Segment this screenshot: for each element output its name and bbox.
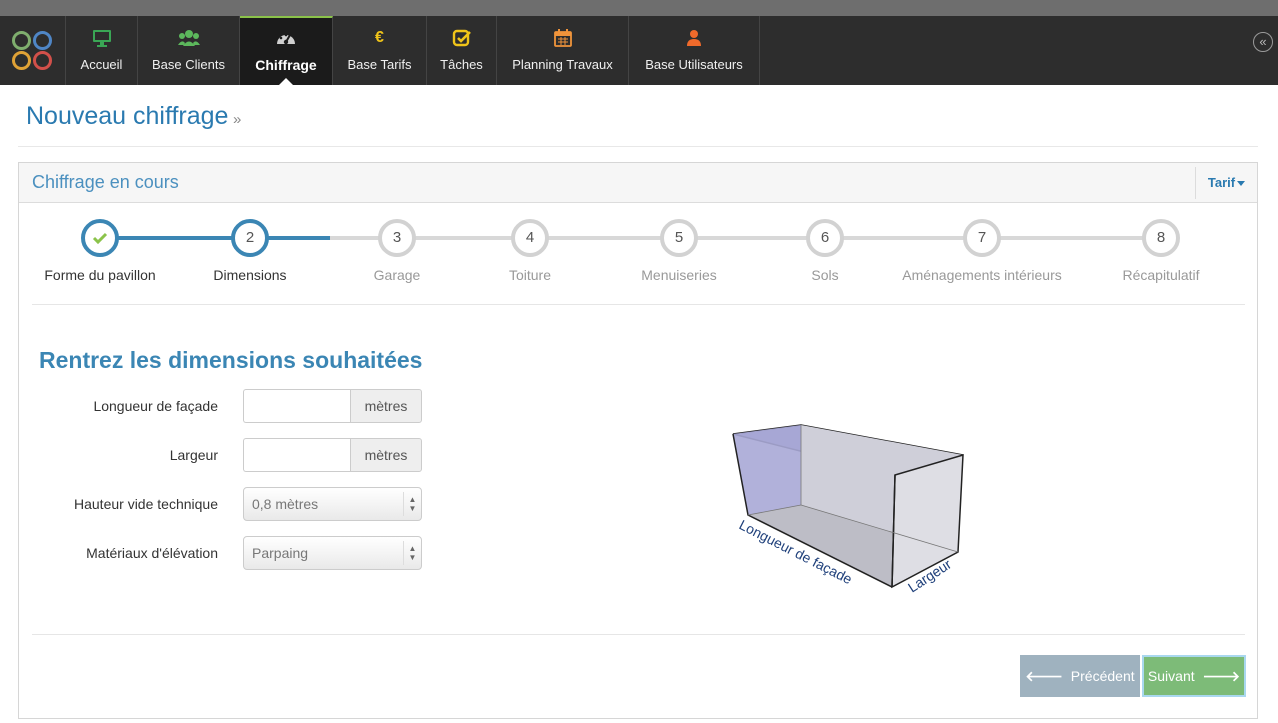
tarif-dropdown-button[interactable]: Tarif — [1195, 167, 1257, 199]
nav-item-base-clients[interactable]: Base Clients — [138, 16, 240, 85]
logo-dot — [33, 51, 52, 70]
next-label: Suivant — [1147, 668, 1195, 684]
nav-label: Tâches — [440, 57, 483, 72]
user-icon — [686, 28, 702, 48]
breadcrumb-separator: » — [233, 111, 242, 128]
step-circle: 4 — [511, 219, 549, 257]
materiaux-selected-value: Parpaing — [252, 545, 309, 561]
nav-item-taches[interactable]: Tâches — [427, 16, 497, 85]
form-title: Rentrez les dimensions souhaitées — [39, 347, 423, 373]
previous-label: Précédent — [1070, 668, 1135, 684]
previous-button[interactable]: 🡐 Précédent — [1020, 655, 1140, 697]
calendar-icon — [553, 28, 572, 48]
page-title: Nouveau chiffrage — [26, 102, 229, 130]
step-circle: 8 — [1142, 219, 1180, 257]
panel-title: Chiffrage en cours — [32, 172, 179, 192]
next-button[interactable]: Suivant 🡒 — [1142, 655, 1246, 697]
nav-label: Base Tarifs — [347, 57, 412, 72]
nav-label: Base Utilisateurs — [645, 57, 743, 72]
nav-label: Planning Travaux — [512, 57, 613, 72]
longueur-unit: mètres — [350, 389, 422, 423]
nav-item-accueil[interactable]: Accueil — [66, 16, 138, 85]
arrow-right-icon: 🡒 — [1202, 668, 1241, 684]
dashboard-icon — [275, 28, 297, 48]
collapse-menu-icon[interactable]: « — [1253, 32, 1273, 52]
longueur-input[interactable] — [243, 389, 350, 423]
browser-top-strip — [0, 0, 1278, 16]
largeur-input[interactable] — [243, 438, 350, 472]
step-circle: 3 — [378, 219, 416, 257]
divider — [32, 304, 1245, 305]
step-circle — [81, 219, 119, 257]
divider — [18, 146, 1258, 147]
divider — [32, 634, 1245, 635]
largeur-unit: mètres — [350, 438, 422, 472]
select-arrows-icon: ▲ ▼ — [403, 541, 421, 565]
nav-label: Chiffrage — [255, 57, 317, 73]
step-circle: 2 — [231, 219, 269, 257]
materiaux-select[interactable]: Parpaing ▲ ▼ — [243, 536, 422, 570]
largeur-label: Largeur — [169, 447, 218, 463]
step-label: Récapitulatif — [1122, 267, 1200, 283]
check-square-icon — [452, 28, 472, 48]
check-icon — [92, 232, 108, 245]
hauteur-select[interactable]: 0,8 mètres ▲ ▼ — [243, 487, 422, 521]
step-recapitulatif[interactable]: 8 Récapitulatif — [1051, 219, 1271, 283]
tarif-label: Tarif — [1207, 175, 1236, 190]
euro-icon: € — [375, 29, 384, 46]
arrow-left-icon: 🡐 — [1025, 668, 1063, 684]
nav-item-base-utilisateurs[interactable]: Base Utilisateurs — [629, 16, 760, 85]
logo-dot — [12, 51, 31, 70]
nav-item-chiffrage[interactable]: Chiffrage — [240, 16, 333, 85]
step-circle: 7 — [963, 219, 1001, 257]
caret-down-icon — [1237, 181, 1246, 187]
users-icon — [177, 28, 200, 48]
largeur-input-group: mètres — [243, 438, 422, 472]
logo-dot — [33, 31, 52, 50]
longueur-input-group: mètres — [243, 389, 422, 423]
app-logo[interactable] — [0, 16, 66, 85]
materiaux-label: Matériaux d'élévation — [86, 545, 218, 561]
box-left-face — [733, 425, 801, 515]
select-arrows-icon: ▲ ▼ — [403, 492, 421, 516]
dimensions-box-diagram: Longueur de façade Largeur — [732, 424, 964, 596]
nav-item-base-tarifs[interactable]: € Base Tarifs — [333, 16, 427, 85]
longueur-label: Longueur de façade — [93, 398, 218, 414]
step-circle: 5 — [660, 219, 698, 257]
nav-label: Base Clients — [152, 57, 225, 72]
main-navbar: Accueil Base Clients Chiffrage € Base Ta… — [0, 16, 1278, 85]
nav-label: Accueil — [80, 57, 123, 72]
nav-item-planning-travaux[interactable]: Planning Travaux — [497, 16, 629, 85]
logo-dot — [12, 31, 31, 50]
monitor-icon — [92, 28, 112, 48]
step-circle: 6 — [806, 219, 844, 257]
hauteur-label: Hauteur vide technique — [74, 496, 218, 512]
panel-header: Chiffrage en cours Tarif — [19, 163, 1257, 203]
hauteur-selected-value: 0,8 mètres — [252, 496, 319, 512]
